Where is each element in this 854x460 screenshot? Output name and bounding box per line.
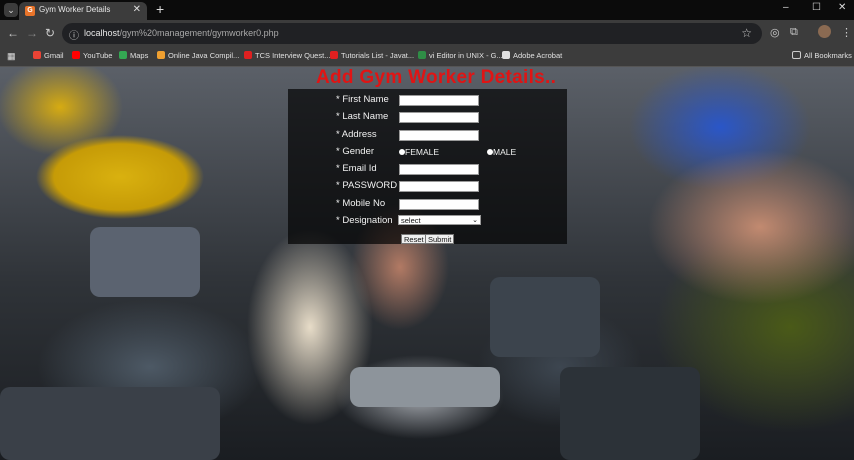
bookmarks-bar: ▦ Gmail YouTube Maps Online Java Compil... T… — [0, 47, 854, 67]
bookmark-label: Gmail — [44, 51, 64, 60]
password-field[interactable] — [399, 181, 479, 192]
bookmark-label: YouTube — [83, 51, 113, 60]
dumbbell-shape — [0, 387, 220, 460]
page-title: Add Gym Worker Details.. — [316, 67, 557, 88]
reset-button[interactable]: Reset — [401, 234, 427, 244]
bookmark-label: vi Editor in UNIX - G... — [429, 51, 503, 60]
bookmark-label: Adobe Acrobat — [513, 51, 563, 60]
browser-toolbar: ← → ↻ ⓘ localhost/gym%20management/gymwo… — [0, 20, 854, 47]
all-bookmarks-folder[interactable]: All Bookmarks — [792, 51, 852, 60]
maximize-button[interactable]: ☐ — [812, 2, 821, 13]
url-path: /gym%20management/gymworker0.php — [119, 28, 279, 38]
back-arrow-icon[interactable]: ← — [7, 26, 19, 40]
gender-label: * Gender — [336, 146, 375, 157]
first-name-field[interactable] — [399, 95, 479, 106]
tab-gym-worker-details[interactable]: G Gym Worker Details ✕ — [19, 2, 147, 20]
menu-kebab-icon[interactable]: ⋮ — [841, 26, 852, 39]
acrobat-icon — [502, 51, 510, 59]
gfg-icon — [418, 51, 426, 59]
email-field[interactable] — [399, 164, 479, 175]
designation-selected-value: select — [401, 216, 421, 225]
extensions-puzzle-icon[interactable]: ⧉ — [790, 26, 798, 39]
tab-close-icon[interactable]: ✕ — [133, 4, 141, 15]
reload-icon[interactable]: ↻ — [45, 26, 55, 40]
tcs-icon — [244, 51, 252, 59]
url-text: localhost/gym%20management/gymworker0.ph… — [84, 28, 279, 38]
apps-grid-icon[interactable]: ▦ — [7, 51, 16, 62]
url-host: localhost — [84, 28, 120, 38]
last-name-field[interactable] — [399, 112, 479, 123]
gender-male-label: MALE — [493, 147, 517, 157]
tab-title: Gym Worker Details — [39, 5, 111, 14]
bookmark-item[interactable]: Tutorials List - Javat... — [330, 51, 414, 60]
bookmark-item[interactable]: YouTube — [72, 51, 112, 60]
dumbbell-handle-shape — [350, 367, 500, 407]
bookmark-item[interactable]: Online Java Compil... — [157, 51, 239, 60]
dumbbell-shape — [560, 367, 700, 460]
bookmark-item[interactable]: vi Editor in UNIX - G... — [418, 51, 503, 60]
password-label: * PASSWORD — [336, 180, 398, 191]
tab-strip: ⌄ G Gym Worker Details ✕ + – ☐ ✕ — [0, 0, 854, 20]
gmail-icon — [33, 51, 41, 59]
mobile-field[interactable] — [399, 199, 479, 210]
last-name-label: * Last Name — [336, 111, 389, 122]
folder-icon — [792, 51, 801, 59]
page-viewport: Add Gym Worker Details.. * First Name * … — [0, 67, 854, 460]
compiler-icon — [157, 51, 165, 59]
tab-search-icon[interactable]: ⌄ — [4, 3, 18, 17]
bookmark-label: Online Java Compil... — [168, 51, 240, 60]
minimize-button[interactable]: – — [783, 2, 789, 13]
all-bookmarks-label: All Bookmarks — [804, 51, 852, 60]
tab-favicon-icon: G — [25, 6, 35, 16]
tutorials-icon — [330, 51, 338, 59]
bookmark-label: Maps — [130, 51, 149, 60]
bookmark-star-icon[interactable]: ☆ — [741, 26, 752, 40]
dumbbell-shape — [490, 277, 600, 357]
bookmark-item[interactable]: Adobe Acrobat — [502, 51, 562, 60]
bookmark-label: TCS Interview Quest... — [255, 51, 331, 60]
bookmark-label: Tutorials List - Javat... — [341, 51, 415, 60]
submit-button[interactable]: Submit — [425, 234, 455, 244]
bookmark-item[interactable]: Gmail — [33, 51, 64, 60]
extension-icon[interactable]: ◎ — [770, 26, 780, 39]
background-photo — [90, 227, 200, 297]
worker-form: * First Name * Last Name * Address * Gen… — [288, 89, 567, 244]
address-bar[interactable]: ⓘ localhost/gym%20management/gymworker0.… — [62, 23, 762, 44]
close-window-button[interactable]: ✕ — [838, 2, 846, 13]
mobile-label: * Mobile No — [336, 198, 386, 209]
bookmark-item[interactable]: TCS Interview Quest... — [244, 51, 330, 60]
new-tab-button[interactable]: + — [156, 1, 164, 17]
bookmark-item[interactable]: Maps — [119, 51, 148, 60]
maps-icon — [119, 51, 127, 59]
address-field[interactable] — [399, 130, 479, 141]
email-label: * Email Id — [336, 163, 377, 174]
designation-select[interactable]: select ⌄ — [398, 215, 481, 225]
first-name-label: * First Name — [336, 94, 389, 105]
gender-female-label: FEMALE — [405, 147, 440, 157]
site-info-icon[interactable]: ⓘ — [69, 27, 79, 42]
forward-arrow-icon[interactable]: → — [26, 26, 38, 40]
address-label: * Address — [336, 129, 377, 140]
youtube-icon — [72, 51, 80, 59]
chevron-down-icon: ⌄ — [472, 217, 478, 224]
designation-label: * Designation — [336, 215, 393, 226]
profile-avatar[interactable] — [818, 25, 831, 38]
